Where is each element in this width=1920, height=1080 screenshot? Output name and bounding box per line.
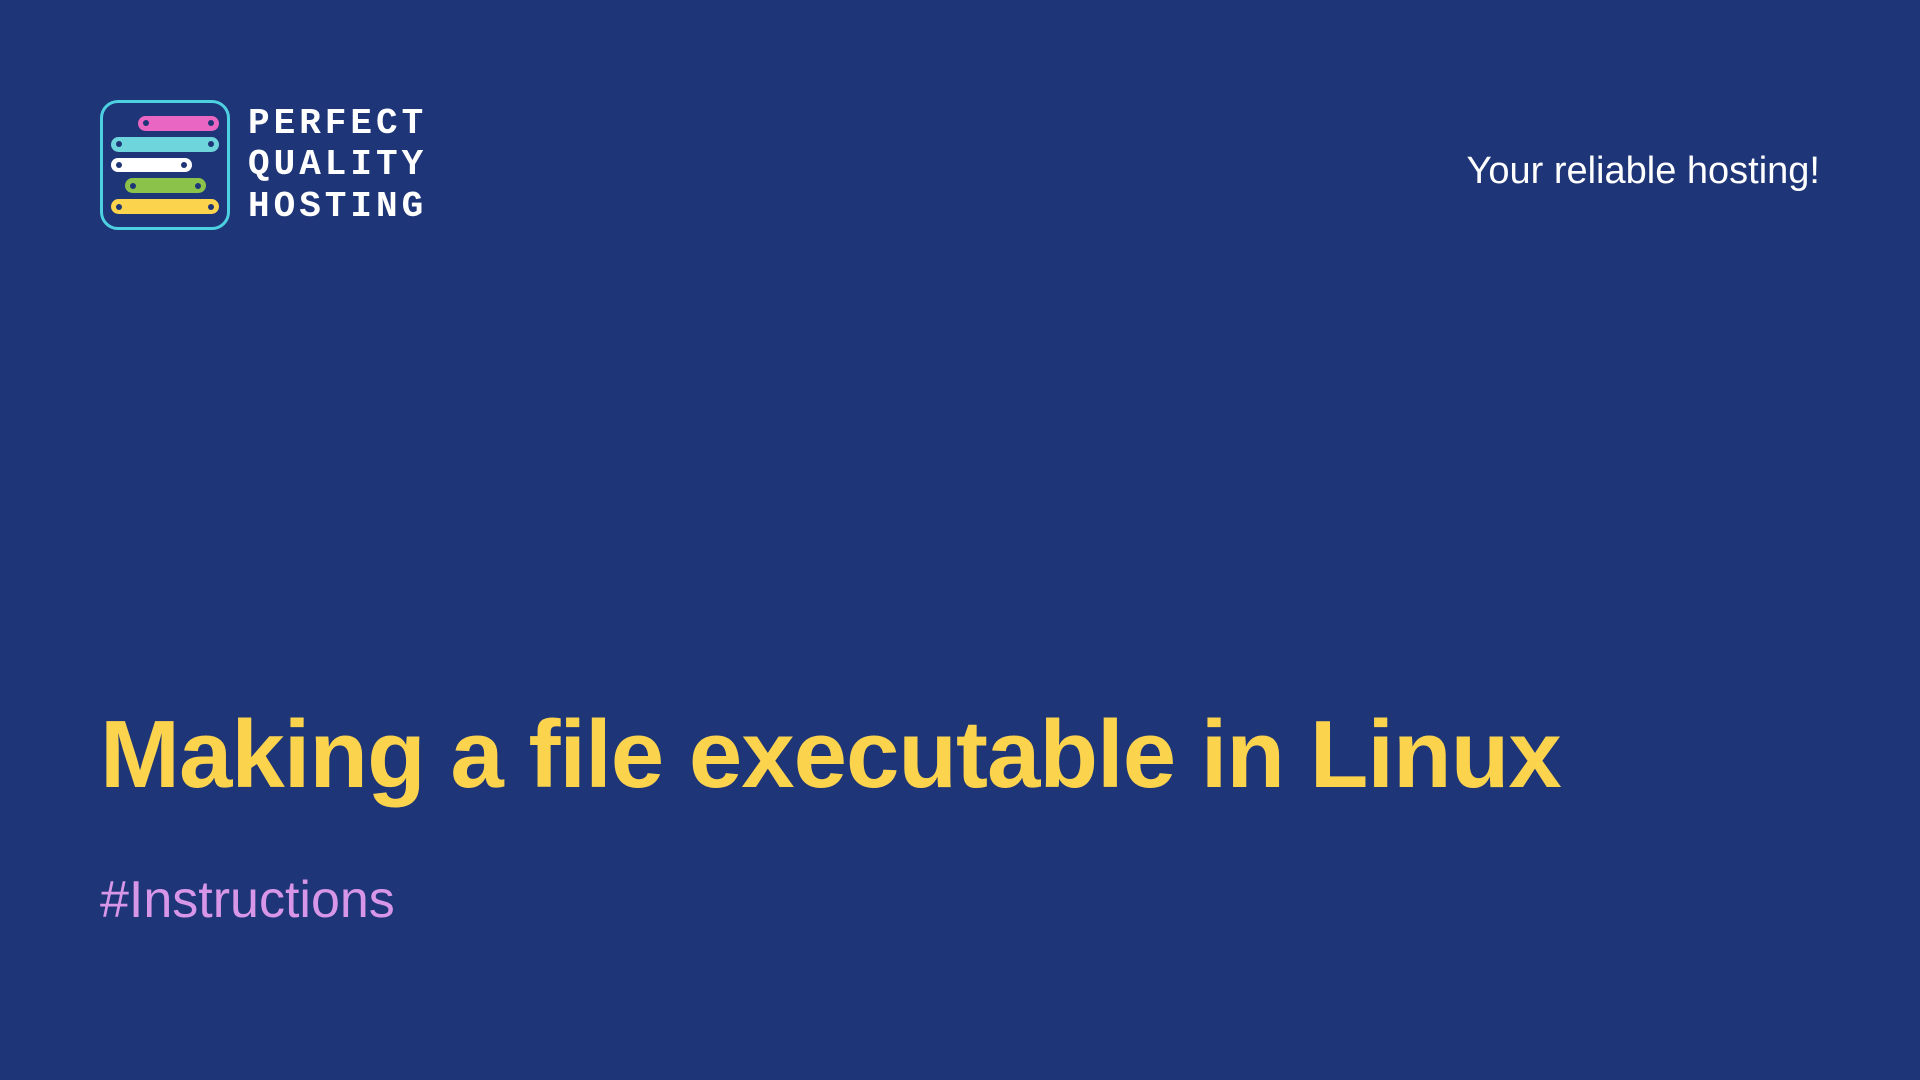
logo-text-line: Perfect xyxy=(248,103,427,144)
tagline: Your reliable hosting! xyxy=(1466,150,1820,193)
header: Perfect Quality Hosting Your reliable ho… xyxy=(0,0,1920,230)
logo-text-line: Hosting xyxy=(248,186,427,227)
logo-bar xyxy=(111,137,219,152)
page-title: Making a file executable in Linux xyxy=(100,700,1561,810)
logo-text: Perfect Quality Hosting xyxy=(248,103,427,227)
category-tag: #Instructions xyxy=(100,870,1561,930)
logo-bar xyxy=(138,116,219,131)
logo-bar xyxy=(111,158,192,173)
logo: Perfect Quality Hosting xyxy=(100,100,427,230)
main-content: Making a file executable in Linux #Instr… xyxy=(100,700,1561,930)
logo-icon xyxy=(100,100,230,230)
logo-bar xyxy=(111,199,219,214)
logo-text-line: Quality xyxy=(248,144,427,185)
logo-bar xyxy=(125,178,206,193)
